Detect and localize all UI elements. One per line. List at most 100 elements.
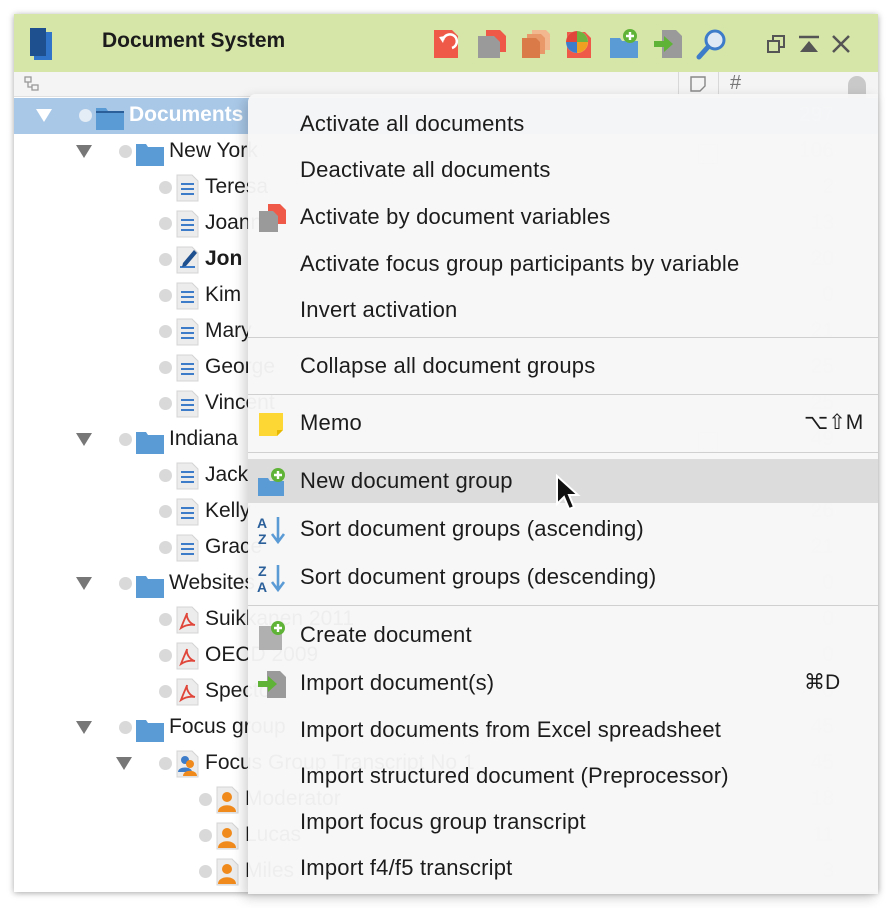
menu-item-label: Import document(s) xyxy=(300,670,495,695)
pdf-document-icon xyxy=(175,606,199,634)
menu-item-label: Sort document groups (ascending) xyxy=(300,516,644,541)
menu-item-sort-document-groups-descending[interactable]: Z A Sort document groups (descending) xyxy=(248,555,878,599)
activation-dot[interactable] xyxy=(159,325,172,338)
activation-dot[interactable] xyxy=(159,541,172,554)
menu-item-label: Sort document groups (descending) xyxy=(300,564,657,589)
activation-dot[interactable] xyxy=(199,829,212,842)
activation-dot[interactable] xyxy=(159,217,172,230)
activate-reset-icon[interactable] xyxy=(432,28,464,60)
close-icon[interactable] xyxy=(829,32,853,56)
menu-item-label: Invert activation xyxy=(300,297,458,322)
expand-arrow-icon[interactable] xyxy=(36,109,52,122)
activation-dot[interactable] xyxy=(199,865,212,878)
create-document-icon xyxy=(256,620,288,652)
tree-item-label: New York xyxy=(169,139,258,162)
menu-item-memo[interactable]: Memo ⌥⇧M xyxy=(248,401,878,445)
svg-text:Z: Z xyxy=(258,563,267,579)
menu-item-import-document-s[interactable]: Import document(s) ⌘D xyxy=(248,661,878,705)
menu-item-label: Import documents from Excel spreadsheet xyxy=(300,717,722,742)
menu-separator xyxy=(248,337,878,338)
count-column-header[interactable]: # xyxy=(730,72,741,95)
menu-item-import-focus-group-transcript[interactable]: Import focus group transcript xyxy=(248,800,878,844)
menu-item-import-structured-document-preprocessor[interactable]: Import structured document (Preprocessor… xyxy=(248,754,878,798)
text-document-icon xyxy=(175,318,199,346)
menu-item-label: Memo xyxy=(300,410,362,435)
activation-dot[interactable] xyxy=(159,289,172,302)
svg-text:A: A xyxy=(257,515,267,531)
menu-item-label: Deactivate all documents xyxy=(300,157,551,182)
activation-dot[interactable] xyxy=(119,577,132,590)
activation-dot[interactable] xyxy=(159,253,172,266)
edited-document-icon xyxy=(175,246,199,274)
window-title: Document System xyxy=(102,29,286,52)
menu-item-import-documents-from-excel-spreadsheet[interactable]: Import documents from Excel spreadsheet xyxy=(248,708,878,752)
activation-dot[interactable] xyxy=(159,685,172,698)
folder-icon xyxy=(135,139,165,167)
tree-item-label: Documents xyxy=(129,103,244,126)
sort-descending-icon: ZA xyxy=(256,562,288,595)
expand-arrow-icon[interactable] xyxy=(76,577,92,590)
text-document-icon xyxy=(175,462,199,490)
expand-arrow-icon[interactable] xyxy=(76,721,92,734)
menu-item-collapse-all-document-groups[interactable]: Collapse all document groups xyxy=(248,344,878,388)
pdf-document-icon xyxy=(175,642,199,670)
activation-dot[interactable] xyxy=(159,757,172,770)
activation-dot[interactable] xyxy=(159,649,172,662)
text-document-icon xyxy=(175,390,199,418)
expand-arrow-icon[interactable] xyxy=(116,757,132,770)
memo-column-icon[interactable] xyxy=(690,76,706,92)
menu-separator xyxy=(248,605,878,606)
menu-item-invert-activation[interactable]: Invert activation xyxy=(248,288,878,332)
activation-dot[interactable] xyxy=(159,613,172,626)
tree-item-label: Mary xyxy=(205,319,252,342)
tree-item-label: Jon xyxy=(205,247,243,270)
new-document-group-icon[interactable] xyxy=(608,28,640,60)
tree-item-label: Kelly xyxy=(205,499,251,522)
menu-item-create-document[interactable]: Create document xyxy=(248,613,878,657)
activation-dot[interactable] xyxy=(199,793,212,806)
expand-arrow-icon[interactable] xyxy=(76,433,92,446)
menu-item-label: Import structured document (Preprocessor… xyxy=(300,763,729,788)
restore-icon[interactable] xyxy=(764,32,788,56)
new-document-group-icon xyxy=(256,466,288,498)
menu-item-label: Activate focus group participants by var… xyxy=(300,251,740,276)
menu-item-label: Collapse all document groups xyxy=(300,353,596,378)
folder-icon xyxy=(95,103,125,131)
text-document-icon xyxy=(175,534,199,562)
folder-icon xyxy=(135,427,165,455)
document-sets-icon[interactable] xyxy=(520,28,552,60)
menu-item-import-f4-f5-transcript[interactable]: Import f4/f5 transcript xyxy=(248,846,878,890)
menu-item-label: Import f4/f5 transcript xyxy=(300,855,513,880)
text-document-icon xyxy=(175,210,199,238)
participant-icon xyxy=(215,786,239,814)
tree-grid-icon[interactable] xyxy=(24,76,40,92)
expand-arrow-icon[interactable] xyxy=(76,145,92,158)
activation-dot[interactable] xyxy=(159,397,172,410)
menu-item-activate-by-document-variables[interactable]: Activate by document variables xyxy=(248,195,878,239)
menu-separator xyxy=(248,394,878,395)
text-document-icon xyxy=(175,174,199,202)
title-bar: Document System xyxy=(14,14,878,72)
activation-dot[interactable] xyxy=(159,505,172,518)
activation-dot[interactable] xyxy=(159,469,172,482)
menu-item-label: New document group xyxy=(300,468,513,493)
menu-shortcut: ⌥⇧M xyxy=(804,411,864,434)
activation-dot[interactable] xyxy=(159,181,172,194)
menu-item-deactivate-all-documents[interactable]: Deactivate all documents xyxy=(248,148,878,192)
import-document-icon[interactable] xyxy=(652,28,684,60)
search-icon[interactable] xyxy=(696,28,728,60)
menu-item-activate-all-documents[interactable]: Activate all documents xyxy=(248,102,878,146)
maximize-up-icon[interactable] xyxy=(797,32,821,56)
menu-separator xyxy=(248,452,878,453)
activation-dot[interactable] xyxy=(119,145,132,158)
menu-item-activate-focus-group-participants-by-variable[interactable]: Activate focus group participants by var… xyxy=(248,242,878,286)
menu-item-label: Activate by document variables xyxy=(300,204,611,229)
activation-dot[interactable] xyxy=(159,361,172,374)
activation-dot[interactable] xyxy=(119,433,132,446)
pie-chart-icon[interactable] xyxy=(563,28,595,60)
text-document-icon xyxy=(175,498,199,526)
activation-dot[interactable] xyxy=(79,109,92,122)
activate-by-variables-icon[interactable] xyxy=(476,28,508,60)
activation-dot[interactable] xyxy=(119,721,132,734)
pdf-document-icon xyxy=(175,678,199,706)
